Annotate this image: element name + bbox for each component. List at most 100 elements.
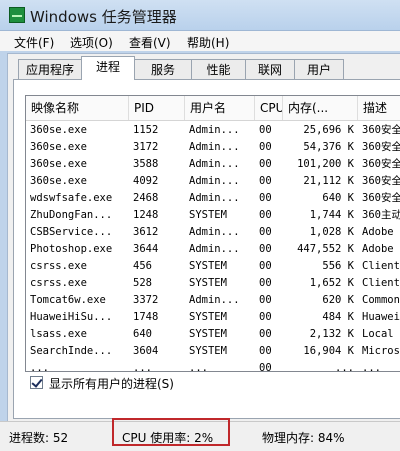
menu-view[interactable]: 查看(V) <box>129 34 171 51</box>
process-row[interactable]: Photoshop.exe 3644 Admin... 00 447,552 K Adob… <box>26 241 400 258</box>
window-title: Windows 任务管理器 <box>30 8 177 26</box>
cell-description: 360安全 <box>362 175 400 187</box>
cell-description: 360安全 <box>362 141 400 153</box>
cell-description: Local <box>362 328 394 340</box>
column-header-pid[interactable]: PID <box>129 96 185 120</box>
cell-image-name: HuaweiHiSu... <box>30 311 113 323</box>
cell-memory: 25,696 K <box>303 124 354 136</box>
cell-memory: 620 K <box>322 294 354 306</box>
cell-pid: 3588 <box>133 158 159 170</box>
process-row[interactable]: ......... 00...... <box>26 360 400 372</box>
cell-description: 360安全 <box>362 158 400 170</box>
status-process-count: 进程数: 52 <box>9 431 69 445</box>
cell-image-name: ZhuDongFan... <box>30 209 113 221</box>
cell-image-name: Tomcat6w.exe <box>30 294 106 306</box>
tab-users[interactable]: 用户 <box>294 59 344 79</box>
cell-image-name: SearchInde... <box>30 345 113 357</box>
process-row[interactable]: SearchInde... 3604 SYSTEM 00 16,904 K Micros <box>26 343 400 360</box>
menu-help[interactable]: 帮助(H) <box>187 34 229 51</box>
process-row[interactable]: 360se.exe 3172 Admin... 00 54,376 K 360安全 <box>26 139 400 156</box>
cell-cpu: 00 <box>259 192 272 204</box>
tab-networking[interactable]: 联网 <box>245 59 295 79</box>
cell-user-name: SYSTEM <box>189 260 227 272</box>
cell-user-name: SYSTEM <box>189 209 227 221</box>
column-header-description[interactable]: 描述 <box>358 96 400 120</box>
cell-user-name: SYSTEM <box>189 345 227 357</box>
cell-description: Huawei <box>362 311 400 323</box>
cell-memory: 101,200 K <box>297 158 354 170</box>
cell-memory: 447,552 K <box>297 243 354 255</box>
menu-file[interactable]: 文件(F) <box>14 34 54 51</box>
menu-options[interactable]: 选项(O) <box>70 34 113 51</box>
cell-pid: 4092 <box>133 175 159 187</box>
cell-pid: 1248 <box>133 209 159 221</box>
cell-description: 360主动 <box>362 209 400 221</box>
cell-user-name: Admin... <box>189 175 240 187</box>
cell-user-name: Admin... <box>189 158 240 170</box>
process-row[interactable]: CSBService... 3612 Admin... 00 1,028 K Adobe <box>26 224 400 241</box>
cell-image-name: lsass.exe <box>30 328 87 340</box>
cell-pid: ... <box>133 362 152 372</box>
cell-cpu: 00 <box>259 260 272 272</box>
column-header-user-name[interactable]: 用户名 <box>185 96 255 120</box>
cell-cpu: 00 <box>259 345 272 357</box>
process-row[interactable]: 360se.exe 4092 Admin... 00 21,112 K 360安全 <box>26 173 400 190</box>
process-row[interactable]: 360se.exe 1152 Admin... 00 25,696 K 360安全 <box>26 122 400 139</box>
tab-applications[interactable]: 应用程序 <box>18 59 82 79</box>
cell-cpu: 00 <box>259 294 272 306</box>
process-row[interactable]: HuaweiHiSu... 1748 SYSTEM 00 484 K Huawei <box>26 309 400 326</box>
cell-cpu: 00 <box>259 158 272 170</box>
cell-memory: 21,112 K <box>303 175 354 187</box>
cell-image-name: wdswfsafe.exe <box>30 192 113 204</box>
cell-memory: 1,652 K <box>309 277 354 289</box>
tab-processes[interactable]: 进程 <box>81 56 135 80</box>
cell-pid: 3604 <box>133 345 159 357</box>
process-row[interactable]: csrss.exe 456 SYSTEM 00 556 K Client <box>26 258 400 275</box>
cell-pid: 456 <box>133 260 152 272</box>
column-header-memory[interactable]: 内存(... <box>283 96 358 120</box>
show-all-users-label[interactable]: 显示所有用户的进程(S) <box>49 375 174 392</box>
cell-cpu: 00 <box>259 209 272 221</box>
process-row[interactable]: Tomcat6w.exe 3372 Admin... 00 620 K Common <box>26 292 400 309</box>
cpu-usage-highlight <box>112 418 230 446</box>
cell-pid: 3644 <box>133 243 159 255</box>
cell-cpu: 00 <box>259 124 272 136</box>
cell-pid: 2468 <box>133 192 159 204</box>
cell-image-name: CSBService... <box>30 226 113 238</box>
cell-description: 360安全 <box>362 124 400 136</box>
cell-memory: 556 K <box>322 260 354 272</box>
process-row[interactable]: lsass.exe 640 SYSTEM 00 2,132 K Local <box>26 326 400 343</box>
cell-pid: 3612 <box>133 226 159 238</box>
process-row[interactable]: 360se.exe 3588 Admin... 00 101,200 K 360安全 <box>26 156 400 173</box>
process-list-header: 映像名称 PID 用户名 CPU 内存(... 描述 <box>26 96 400 121</box>
cell-cpu: 00 <box>259 277 272 289</box>
cell-image-name: csrss.exe <box>30 277 87 289</box>
cell-memory: ... <box>335 362 354 372</box>
column-header-cpu[interactable]: CPU <box>255 96 283 120</box>
tab-services[interactable]: 服务 <box>134 59 192 79</box>
cell-user-name: Admin... <box>189 226 240 238</box>
cell-pid: 1152 <box>133 124 159 136</box>
process-list[interactable]: 映像名称 PID 用户名 CPU 内存(... 描述 360se.exe 1152… <box>25 95 400 372</box>
tab-performance[interactable]: 性能 <box>191 59 246 79</box>
process-row[interactable]: wdswfsafe.exe 2468 Admin... 00 640 K 360安全 <box>26 190 400 207</box>
cell-cpu: 00 <box>259 311 272 323</box>
cell-pid: 528 <box>133 277 152 289</box>
menu-bar: 文件(F) 选项(O) 查看(V) 帮助(H) <box>0 31 400 51</box>
cell-cpu: 00 <box>259 328 272 340</box>
cell-memory: 54,376 K <box>303 141 354 153</box>
process-row[interactable]: csrss.exe 528 SYSTEM 00 1,652 K Client <box>26 275 400 292</box>
cell-description: Adobe <box>362 226 394 238</box>
cell-cpu: 00 <box>259 175 272 187</box>
column-header-image-name[interactable]: 映像名称 <box>26 96 129 120</box>
show-all-users-checkbox[interactable] <box>30 376 43 389</box>
cell-user-name: SYSTEM <box>189 328 227 340</box>
process-row[interactable]: ZhuDongFan... 1248 SYSTEM 00 1,744 K 360主动 <box>26 207 400 224</box>
cell-memory: 16,904 K <box>303 345 354 357</box>
cell-cpu: 00 <box>259 141 272 153</box>
cell-user-name: ... <box>189 362 208 372</box>
cell-user-name: SYSTEM <box>189 311 227 323</box>
cell-memory: 1,744 K <box>309 209 354 221</box>
task-manager-icon <box>9 7 25 23</box>
cell-pid: 3372 <box>133 294 159 306</box>
